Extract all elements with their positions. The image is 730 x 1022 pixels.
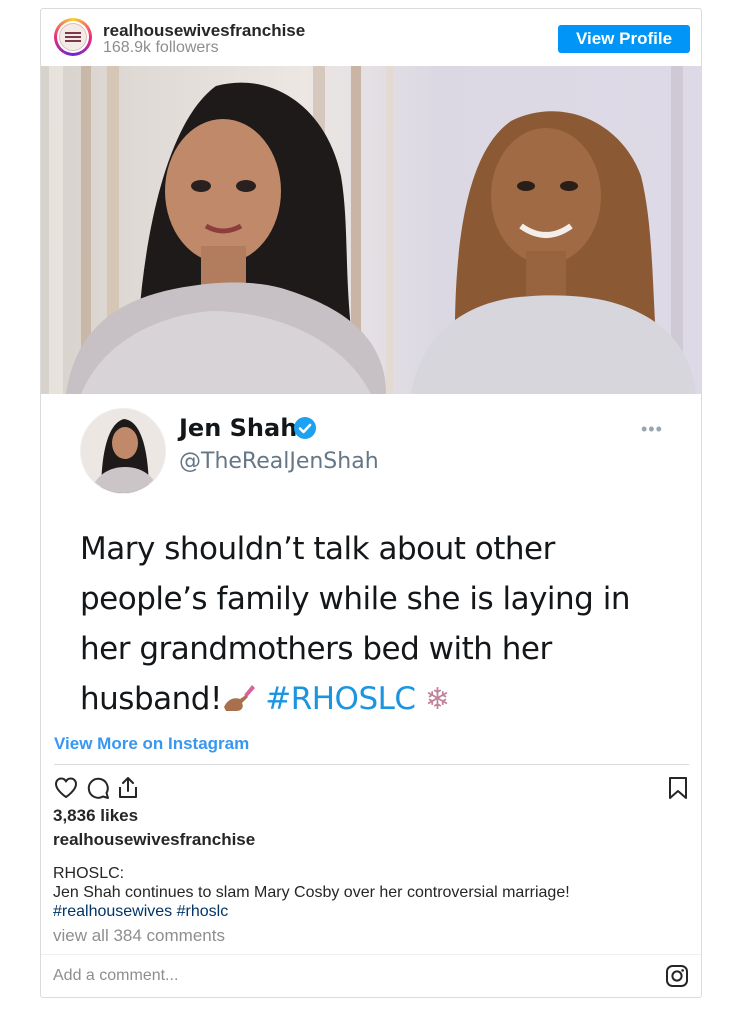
post-actions xyxy=(41,775,701,805)
tweet-text-line: Mary shouldn’t talk about other xyxy=(80,531,555,567)
post-header: realhousewivesfranchise 168.9k followers… xyxy=(41,9,701,66)
tweet-text: Mary shouldn’t talk about other people’s… xyxy=(80,524,680,725)
tweet-text-line: her grandmothers bed with her xyxy=(80,631,552,667)
caption-line: Jen Shah continues to slam Mary Cosby ov… xyxy=(53,884,570,901)
profile-username[interactable]: realhousewivesfranchise xyxy=(103,21,305,41)
tweet-author-name: Jen Shah xyxy=(179,414,298,442)
tweet-author-avatar xyxy=(80,408,166,494)
tweet-text-line: people’s family while she is laying in xyxy=(80,581,630,617)
comment-icon[interactable] xyxy=(85,775,111,801)
franchise-logo xyxy=(59,23,87,51)
tweet-author-handle: @TheRealJenShah xyxy=(179,449,379,474)
nail-polish-icon xyxy=(223,685,255,711)
instagram-icon[interactable] xyxy=(665,964,689,988)
tweet-text-last: husband! xyxy=(80,681,222,717)
caption-line: RHOSLC: xyxy=(53,865,125,882)
divider xyxy=(41,954,701,955)
tweet-hashtag: #RHOSLC xyxy=(265,681,416,717)
follower-count: 168.9k followers xyxy=(103,39,219,56)
post-photo xyxy=(41,66,701,394)
divider xyxy=(54,764,689,765)
view-comments-link[interactable]: view all 384 comments xyxy=(53,926,225,946)
view-more-link[interactable]: View More on Instagram xyxy=(54,734,249,754)
verified-badge-icon xyxy=(294,417,316,439)
add-comment-input[interactable]: Add a comment... xyxy=(53,967,178,985)
snowflake-icon: ❄ xyxy=(424,682,450,717)
instagram-embed-card: realhousewivesfranchise 168.9k followers… xyxy=(40,8,702,998)
likes-count[interactable]: 3,836 likes xyxy=(53,806,138,826)
profile-avatar[interactable] xyxy=(54,18,92,56)
caption-hashtags[interactable]: #realhousewives #rhoslc xyxy=(53,902,693,921)
view-profile-button[interactable]: View Profile xyxy=(558,25,690,53)
bookmark-icon[interactable] xyxy=(665,775,691,801)
heart-icon[interactable] xyxy=(53,775,79,801)
more-options-icon: ••• xyxy=(641,419,663,439)
tweet-text-line: husband! #RHOSLC ❄ xyxy=(80,674,680,725)
post-caption: RHOSLC: Jen Shah continues to slam Mary … xyxy=(53,864,693,921)
caption-username[interactable]: realhousewivesfranchise xyxy=(53,830,255,850)
tweet-screenshot: Jen Shah @TheRealJenShah ••• Mary should… xyxy=(41,394,701,726)
photo-illustration xyxy=(49,66,696,394)
post-media[interactable]: Jen Shah @TheRealJenShah ••• Mary should… xyxy=(41,66,701,726)
share-icon[interactable] xyxy=(115,775,141,801)
